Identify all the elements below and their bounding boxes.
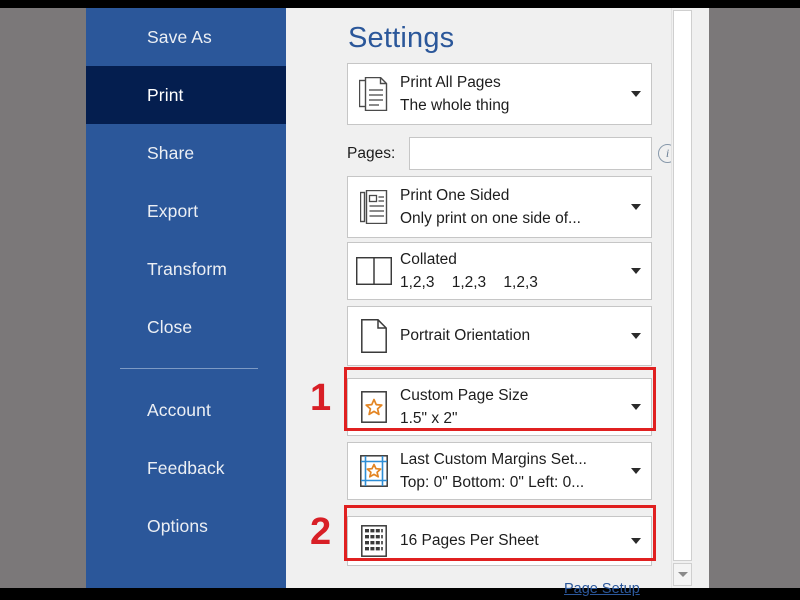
setting-labels: Print One Sided Only print on one side o… [400, 186, 621, 228]
chevron-down-icon[interactable] [621, 404, 651, 410]
setting-duplex[interactable]: Print One Sided Only print on one side o… [347, 176, 652, 238]
sidebar-item-label: Save As [147, 26, 212, 47]
pages-field-row: Pages: [347, 136, 652, 171]
vertical-scrollbar[interactable] [671, 8, 692, 588]
sidebar-item-label: Transform [147, 258, 227, 279]
sidebar-item-label: Export [147, 200, 199, 221]
sidebar-item-label: Account [147, 399, 211, 420]
scrollbar-thumb[interactable] [673, 10, 692, 561]
sidebar-item-feedback[interactable]: Feedback [86, 439, 286, 497]
setting-labels: Last Custom Margins Set... Top: 0" Botto… [400, 450, 621, 492]
annotation-marker-2: 2 [310, 511, 332, 553]
setting-secondary-label: Top: 0" Bottom: 0" Left: 0... [400, 473, 585, 491]
sidebar-item-export[interactable]: Export [86, 182, 286, 240]
custom-page-size-icon [348, 391, 400, 423]
sidebar-item-transform[interactable]: Transform [86, 240, 286, 298]
setting-collation[interactable]: Collated 1,2,3 1,2,3 1,2,3 [347, 242, 652, 300]
page-title: Settings [348, 22, 455, 54]
screenshot-root: Save As Print Share Export Transform Clo… [0, 0, 800, 600]
setting-page-size[interactable]: Custom Page Size 1.5" x 2" [347, 378, 652, 436]
print-range-icon [348, 77, 400, 111]
sidebar-item-label: Options [147, 515, 209, 536]
print-settings-pane: Settings Print All Pages The whole thing… [286, 8, 709, 597]
setting-labels: Collated 1,2,3 1,2,3 1,2,3 [400, 250, 621, 292]
sidebar-item-label: Close [147, 316, 193, 337]
chevron-down-icon[interactable] [621, 538, 651, 544]
chevron-down-icon[interactable] [621, 204, 651, 210]
chevron-down-icon[interactable] [621, 333, 651, 339]
setting-primary-label: Collated [400, 251, 457, 269]
setting-primary-label: Last Custom Margins Set... [400, 451, 587, 469]
setting-primary-label: Print All Pages [400, 74, 501, 92]
portrait-page-icon [348, 319, 400, 353]
pages-input[interactable] [409, 137, 652, 170]
sidebar-item-label: Feedback [147, 457, 225, 478]
sidebar-item-print[interactable]: Print [86, 66, 286, 124]
pages-per-sheet-icon [348, 525, 400, 557]
setting-primary-label: Custom Page Size [400, 387, 529, 405]
pages-label: Pages: [347, 144, 396, 162]
letterbox-left [0, 8, 86, 588]
setting-print-range[interactable]: Print All Pages The whole thing [347, 63, 652, 125]
backstage-sidebar: Save As Print Share Export Transform Clo… [86, 8, 286, 588]
setting-orientation[interactable]: Portrait Orientation [347, 306, 652, 366]
page-setup-link[interactable]: Page Setup [564, 581, 640, 597]
setting-secondary-label: 1.5" x 2" [400, 409, 458, 427]
annotation-marker-1: 1 [310, 377, 332, 419]
sidebar-item-share[interactable]: Share [86, 124, 286, 182]
setting-labels: Custom Page Size 1.5" x 2" [400, 386, 621, 428]
setting-margins[interactable]: Last Custom Margins Set... Top: 0" Botto… [347, 442, 652, 500]
sidebar-item-close[interactable]: Close [86, 298, 286, 356]
chevron-down-icon[interactable] [621, 468, 651, 474]
sidebar-item-account[interactable]: Account [86, 381, 286, 439]
setting-primary-label: 16 Pages Per Sheet [400, 532, 539, 550]
print-one-sided-icon [348, 190, 400, 224]
chevron-down-icon[interactable] [621, 268, 651, 274]
sidebar-item-options[interactable]: Options [86, 497, 286, 555]
setting-secondary-label: 1,2,3 1,2,3 1,2,3 [400, 273, 538, 291]
custom-margins-icon [348, 455, 400, 487]
sidebar-item-save-as[interactable]: Save As [86, 8, 286, 66]
sidebar-item-label: Print [147, 84, 184, 105]
setting-labels: Print All Pages The whole thing [400, 73, 621, 115]
letterbox-right [709, 8, 800, 588]
sidebar-item-label: Share [147, 142, 195, 163]
setting-primary-label: Print One Sided [400, 187, 510, 205]
setting-primary-label: Portrait Orientation [400, 327, 531, 345]
setting-labels: 16 Pages Per Sheet [400, 531, 621, 550]
setting-secondary-label: Only print on one side of... [400, 209, 581, 227]
setting-pages-per-sheet[interactable]: 16 Pages Per Sheet [347, 516, 652, 566]
setting-labels: Portrait Orientation [400, 326, 621, 345]
collated-icon [348, 257, 400, 285]
scroll-down-icon[interactable] [673, 563, 692, 586]
chevron-down-icon[interactable] [621, 91, 651, 97]
setting-secondary-label: The whole thing [400, 96, 510, 114]
